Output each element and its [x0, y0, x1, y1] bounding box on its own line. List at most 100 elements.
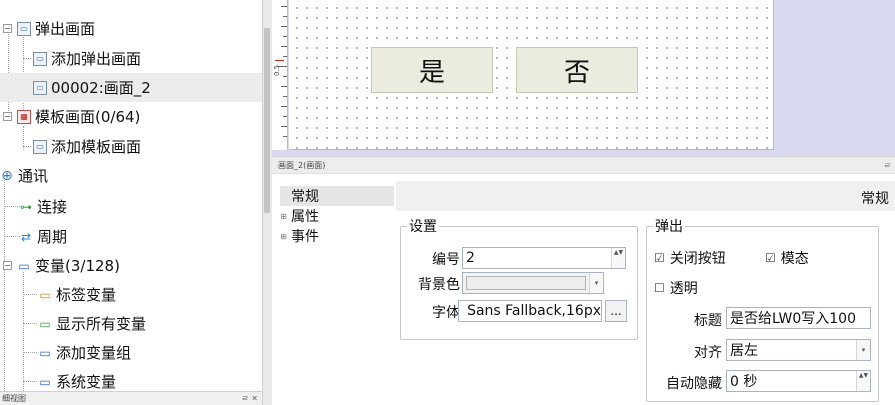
expand-plus-icon[interactable]: ⊞	[280, 232, 287, 241]
collapse-expander-icon[interactable]: −	[3, 261, 12, 270]
tree-item-add-template-screen[interactable]: ▭ 添加模板画面	[33, 132, 141, 161]
list-icon: ▭	[39, 316, 51, 331]
checkbox-unchecked-icon: ☐	[654, 281, 665, 295]
tree-item-label: 标签变量	[56, 286, 117, 304]
tree-item-communication[interactable]: ⊕ 通讯	[0, 161, 48, 190]
tree-item-label: 连接	[37, 198, 68, 216]
tree-item-label: 系统变量	[56, 373, 117, 391]
tree-guide-line	[4, 236, 20, 237]
font-value: Sans Fallback,16px	[467, 303, 601, 319]
autohide-value: 0 秒	[730, 374, 758, 390]
tree-item-label: 添加变量组	[56, 344, 132, 362]
ruler-cursor-marker	[275, 60, 284, 61]
tree-item-label: 周期	[37, 228, 68, 246]
category-events[interactable]: ⊞ 事件	[280, 226, 319, 246]
align-dropdown[interactable]: 居左 ▾	[726, 339, 871, 361]
checkbox-label: 透明	[669, 281, 698, 297]
add-screen-icon: ▭	[33, 139, 47, 154]
tree-item-popup-screens[interactable]: − ▭ 弹出画面	[3, 14, 95, 43]
tree-guide-line	[23, 272, 24, 391]
tree-guide-line	[23, 294, 37, 295]
app-window: − ▭ 弹出画面 ▭ 添加弹出画面 ▭ 00002:画面_2 − ▦ 模板画面(…	[0, 0, 895, 405]
tree-item-screen-00002[interactable]: ▭ 00002:画面_2	[0, 73, 262, 102]
font-browse-button[interactable]: ...	[605, 300, 627, 322]
tree-item-template-screens[interactable]: − ▦ 模板画面(0/64)	[3, 102, 140, 131]
tree-item-add-variable-group[interactable]: ▭ 添加变量组	[38, 338, 131, 367]
category-general[interactable]: 常规	[280, 186, 394, 206]
font-field[interactable]: Sans Fallback,16px	[458, 300, 602, 322]
category-attributes[interactable]: ⊞ 属性	[280, 206, 319, 226]
category-label: 常规	[291, 189, 319, 205]
variable-icon: ▭	[18, 258, 30, 273]
tree-item-add-popup-screen[interactable]: ▭ 添加弹出画面	[33, 44, 141, 73]
id-spinbox[interactable]: 2 ▲▼	[462, 247, 626, 269]
collapse-expander-icon[interactable]: −	[3, 112, 12, 121]
tree-item-label: 通讯	[18, 167, 49, 185]
add-group-icon: ▭	[39, 345, 51, 360]
checkbox-label: 关闭按钮	[669, 251, 726, 267]
screen-icon: ▭	[33, 80, 47, 95]
tree-item-variables[interactable]: − ▭ 变量(3/128)	[3, 251, 120, 280]
font-label: 字体	[432, 305, 460, 321]
checkbox-checked-icon: ☑	[765, 251, 776, 265]
cycle-icon: ⇄	[20, 229, 32, 244]
dropdown-arrow-icon[interactable]: ▾	[856, 340, 870, 360]
autohide-label: 自动隐藏	[666, 376, 722, 392]
detail-view-label: 细视图	[2, 394, 26, 403]
tag-icon: ▭	[39, 287, 51, 302]
checkbox-label: 模态	[780, 251, 809, 267]
globe-icon: ⊕	[1, 167, 13, 184]
tree-footer-bar: 细视图 ㄹ ✕	[0, 391, 262, 405]
tree-item-label: 00002:画面_2	[51, 79, 151, 97]
tree-item-tag-variables[interactable]: ▭ 标签变量	[38, 280, 116, 309]
dropdown-arrow-icon[interactable]: ▾	[589, 273, 603, 293]
properties-panel-title: 画面_2(画面) ㄹ	[272, 156, 895, 174]
screen-icon: ▭	[17, 21, 31, 36]
title-label: 标题	[694, 313, 722, 329]
spin-arrows-icon[interactable]: ▲▼	[611, 248, 625, 268]
no-button[interactable]: 否	[516, 47, 638, 93]
bg-color-picker[interactable]: ▾	[462, 272, 604, 294]
id-value: 2	[466, 250, 475, 266]
panel-title-label: 画面_2(画面)	[278, 160, 326, 170]
collapse-expander-icon[interactable]: −	[3, 24, 12, 33]
category-label: 事件	[291, 229, 319, 245]
modal-checkbox[interactable]: ☑ 模态	[765, 248, 809, 268]
project-tree: − ▭ 弹出画面 ▭ 添加弹出画面 ▭ 00002:画面_2 − ▦ 模板画面(…	[0, 0, 262, 405]
system-variable-icon: ▭	[39, 374, 51, 389]
popup-legend: 弹出	[655, 219, 683, 235]
checkbox-checked-icon: ☑	[654, 251, 665, 265]
id-label: 编号	[432, 252, 460, 268]
tree-item-connection[interactable]: ⊶ 连接	[19, 192, 67, 221]
spin-arrows-icon[interactable]: ▲▼	[856, 371, 870, 391]
template-icon: ▦	[17, 109, 31, 124]
add-screen-icon: ▭	[33, 51, 47, 66]
transparent-checkbox[interactable]: ☐ 透明	[654, 278, 698, 298]
plug-icon: ⊶	[20, 199, 32, 214]
close-button-checkbox[interactable]: ☑ 关闭按钮	[654, 248, 726, 268]
bg-color-label: 背景色	[418, 277, 460, 293]
tree-item-label: 模板画面(0/64)	[35, 108, 141, 126]
tree-guide-line	[23, 146, 31, 147]
tree-item-label: 添加弹出画面	[51, 50, 142, 68]
align-label: 对齐	[694, 345, 722, 361]
expand-plus-icon[interactable]: ⊞	[280, 212, 287, 221]
tree-item-show-all-variables[interactable]: ▭ 显示所有变量	[38, 309, 146, 338]
tree-item-cycle[interactable]: ⇄ 周期	[19, 222, 67, 251]
tree-item-label: 显示所有变量	[56, 315, 147, 333]
ruler-label: 0.5	[273, 64, 281, 76]
align-value: 居左	[730, 343, 758, 359]
property-category-list: 常规 ⊞ 属性 ⊞ 事件	[272, 181, 396, 405]
content-title: 常规	[861, 191, 889, 207]
tree-item-label: 弹出画面	[35, 20, 96, 38]
tree-item-label: 变量(3/128)	[35, 257, 120, 275]
tree-scrollbar-thumb[interactable]	[264, 28, 270, 213]
settings-legend: 设置	[409, 219, 437, 235]
pin-icon[interactable]: ㄹ	[884, 160, 891, 171]
autohide-spinbox[interactable]: 0 秒 ▲▼	[726, 370, 871, 392]
color-swatch	[466, 276, 586, 290]
tree-guide-line	[23, 58, 31, 59]
yes-button[interactable]: 是	[371, 47, 493, 93]
pane-pin-close-buttons[interactable]: ㄹ ✕	[241, 393, 258, 404]
title-field[interactable]: 是否给LW0写入100	[726, 307, 871, 329]
